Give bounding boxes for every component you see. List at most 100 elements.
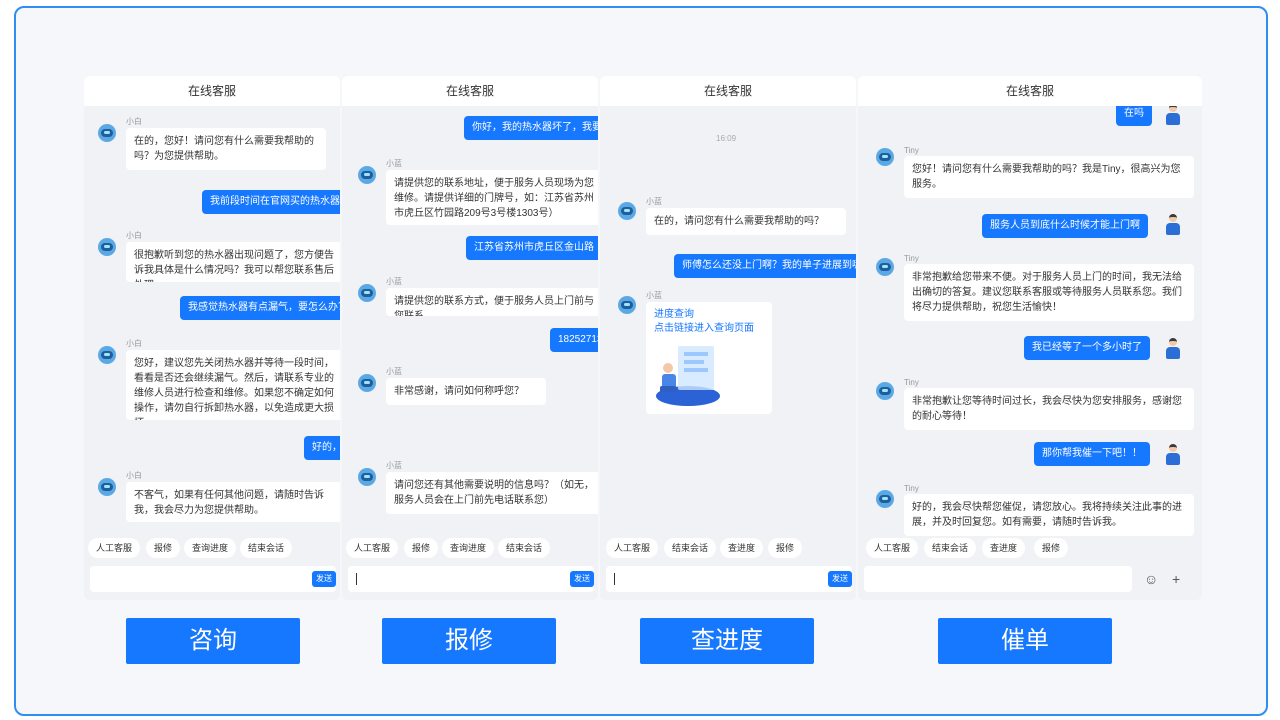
user-message: 18252713 (550, 328, 598, 352)
message-list[interactable]: 你好，我的热水器坏了，我要报修 小蓝 请提供您的联系地址，便于服务人员现场为您维… (342, 106, 598, 536)
quick-replies: 人工客服 报修 查询进度 结束会话 (342, 538, 598, 560)
check-progress-button[interactable]: 查进度 (640, 618, 814, 664)
chat-panel-urge: 在线客服 在吗 Tiny 您好！请问您有什么需要我帮助的吗？我是Tiny，很高兴… (858, 76, 1202, 600)
send-button[interactable]: 发送 (570, 571, 594, 587)
bot-message: 请提供您的联系地址，便于服务人员现场为您维修。请提供详细的门牌号，如：江苏省苏州… (386, 170, 598, 225)
bot-name: 小蓝 (386, 159, 402, 168)
bot-name: 小蓝 (386, 461, 402, 470)
bot-name: 小蓝 (646, 291, 662, 300)
bot-name: 小白 (126, 339, 142, 348)
panel-title: 在线客服 (600, 76, 856, 106)
chip-human-service[interactable]: 人工客服 (88, 538, 141, 558)
user-message: 那你帮我催一下吧！！ (1034, 442, 1150, 466)
chip-query-progress[interactable]: 查进度 (720, 538, 764, 558)
bot-avatar-icon (358, 284, 376, 302)
chip-query-progress[interactable]: 查进度 (982, 538, 1026, 558)
user-message: 师傅怎么还没上门啊？我的单子进展到哪了 (674, 254, 856, 278)
urge-order-button[interactable]: 催单 (938, 618, 1112, 664)
chip-end-session[interactable]: 结束会话 (240, 538, 293, 558)
chat-panel-progress: 在线客服 16:09 小蓝 在的，请问您有什么需要我帮助的吗？ 师傅怎么还没上门… (600, 76, 856, 600)
panel-title: 在线客服 (84, 76, 340, 106)
bot-avatar-icon (876, 258, 894, 276)
message-list[interactable]: 在吗 Tiny 您好！请问您有什么需要我帮助的吗？我是Tiny，很高兴为您服务。… (858, 106, 1202, 536)
chip-repair[interactable]: 报修 (146, 538, 181, 558)
user-message: 服务人员到底什么时候才能上门啊 (982, 214, 1148, 238)
chip-query-progress[interactable]: 查询进度 (442, 538, 495, 558)
timestamp: 16:09 (716, 134, 737, 143)
chip-end-session[interactable]: 结束会话 (498, 538, 551, 558)
progress-query-card[interactable]: 进度查询 点击链接进入查询页面 (646, 302, 772, 414)
quick-replies: 人工客服 报修 查询进度 结束会话 (84, 538, 340, 560)
bot-message: 非常感谢，请问如何称呼您？ (386, 378, 546, 405)
plus-icon[interactable]: + (1172, 569, 1180, 589)
bot-name: 小白 (126, 231, 142, 240)
message-list[interactable]: 16:09 小蓝 在的，请问您有什么需要我帮助的吗？ 师傅怎么还没上门啊？我的单… (600, 106, 856, 536)
send-button[interactable]: 发送 (312, 571, 336, 587)
bot-message: 您好！请问您有什么需要我帮助的吗？我是Tiny，很高兴为您服务。 (904, 156, 1194, 198)
bot-message: 不客气，如果有任何其他问题，请随时告诉我，我会尽力为您提供帮助。 (126, 482, 340, 522)
repair-button[interactable]: 报修 (382, 618, 556, 664)
bot-name: 小蓝 (386, 367, 402, 376)
bot-message: 在的，请问您有什么需要我帮助的吗？ (646, 208, 846, 235)
user-avatar-icon (1166, 338, 1180, 360)
card-link[interactable]: 点击链接进入查询页面 (654, 322, 764, 336)
bot-avatar-icon (98, 238, 116, 256)
chip-end-session[interactable]: 结束会话 (924, 538, 977, 558)
bot-avatar-icon (876, 148, 894, 166)
bot-name: 小白 (126, 117, 142, 126)
message-list[interactable]: 小白 在的，您好！请问您有什么需要我帮助的吗？为您提供帮助。 我前段时间在官网买… (84, 106, 340, 536)
message-input[interactable]: 发送 (348, 566, 594, 592)
bot-message: 在的，您好！请问您有什么需要我帮助的吗？为您提供帮助。 (126, 128, 326, 170)
showcase-frame: 在线客服 小白 在的，您好！请问您有什么需要我帮助的吗？为您提供帮助。 我前段时… (14, 6, 1268, 716)
bot-message: 请问您还有其他需要说明的信息吗？（如无，服务人员会在上门前先电话联系您） (386, 472, 598, 514)
user-message: 在吗 (1116, 106, 1152, 126)
user-avatar-icon (1166, 214, 1180, 236)
bot-avatar-icon (876, 490, 894, 508)
bot-name: Tiny (904, 484, 919, 493)
bot-message: 好的，我会尽快帮您催促，请您放心。我将持续关注此事的进展，并及时回复您。如有需要… (904, 494, 1194, 536)
user-message: 你好，我的热水器坏了，我要报修 (464, 116, 598, 140)
chip-human-service[interactable]: 人工客服 (606, 538, 659, 558)
message-input[interactable]: 发送 (606, 566, 852, 592)
bot-message: 很抱歉听到您的热水器出现问题了，您方便告诉我具体是什么情况吗？我可以帮您联系售后… (126, 242, 340, 282)
bot-name: Tiny (904, 254, 919, 263)
bot-avatar-icon (358, 468, 376, 486)
user-message: 江苏省苏州市虎丘区金山路 (466, 236, 598, 260)
bot-avatar-icon (358, 374, 376, 392)
bot-avatar-icon (98, 478, 116, 496)
chat-panel-consult: 在线客服 小白 在的，您好！请问您有什么需要我帮助的吗？为您提供帮助。 我前段时… (84, 76, 340, 600)
message-input[interactable] (864, 566, 1132, 592)
chip-repair[interactable]: 报修 (1034, 538, 1069, 558)
bot-avatar-icon (618, 296, 636, 314)
bot-name: 小蓝 (646, 197, 662, 206)
bot-message: 请提供您的联系方式，便于服务人员上门前与您联系 (386, 288, 598, 316)
bot-avatar-icon (98, 124, 116, 142)
smiley-icon[interactable]: ☺ (1144, 569, 1158, 589)
chip-human-service[interactable]: 人工客服 (866, 538, 919, 558)
chip-repair[interactable]: 报修 (404, 538, 439, 558)
user-message: 我感觉热水器有点漏气，要怎么办？ (180, 296, 340, 320)
send-button[interactable]: 发送 (828, 571, 852, 587)
bot-name: Tiny (904, 378, 919, 387)
text-cursor (356, 573, 357, 585)
bot-message: 您好，建议您先关闭热水器并等待一段时间，看看是否还会继续漏气。然后，请联系专业的… (126, 350, 340, 420)
user-message: 我已经等了一个多小时了 (1024, 336, 1150, 360)
chip-repair[interactable]: 报修 (768, 538, 803, 558)
quick-replies: 人工客服 结束会话 查进度 报修 (858, 538, 1202, 560)
chip-human-service[interactable]: 人工客服 (346, 538, 399, 558)
bot-name: 小白 (126, 471, 142, 480)
bot-avatar-icon (876, 382, 894, 400)
search-illustration-icon (656, 346, 720, 406)
panel-title: 在线客服 (858, 76, 1202, 106)
chip-end-session[interactable]: 结束会话 (664, 538, 717, 558)
text-cursor (614, 573, 615, 585)
quick-replies: 人工客服 结束会话 查进度 报修 (600, 538, 856, 560)
user-message: 好的，谢谢 (304, 436, 340, 460)
chip-query-progress[interactable]: 查询进度 (184, 538, 237, 558)
bot-avatar-icon (98, 346, 116, 364)
user-message: 我前段时间在官网买的热水器 (202, 190, 340, 214)
bot-avatar-icon (618, 202, 636, 220)
bot-message: 非常抱歉给您带来不便。对于服务人员上门的时间，我无法给出确切的答复。建议您联系客… (904, 264, 1194, 321)
consult-button[interactable]: 咨询 (126, 618, 300, 664)
message-input[interactable]: 发送 (90, 566, 336, 592)
